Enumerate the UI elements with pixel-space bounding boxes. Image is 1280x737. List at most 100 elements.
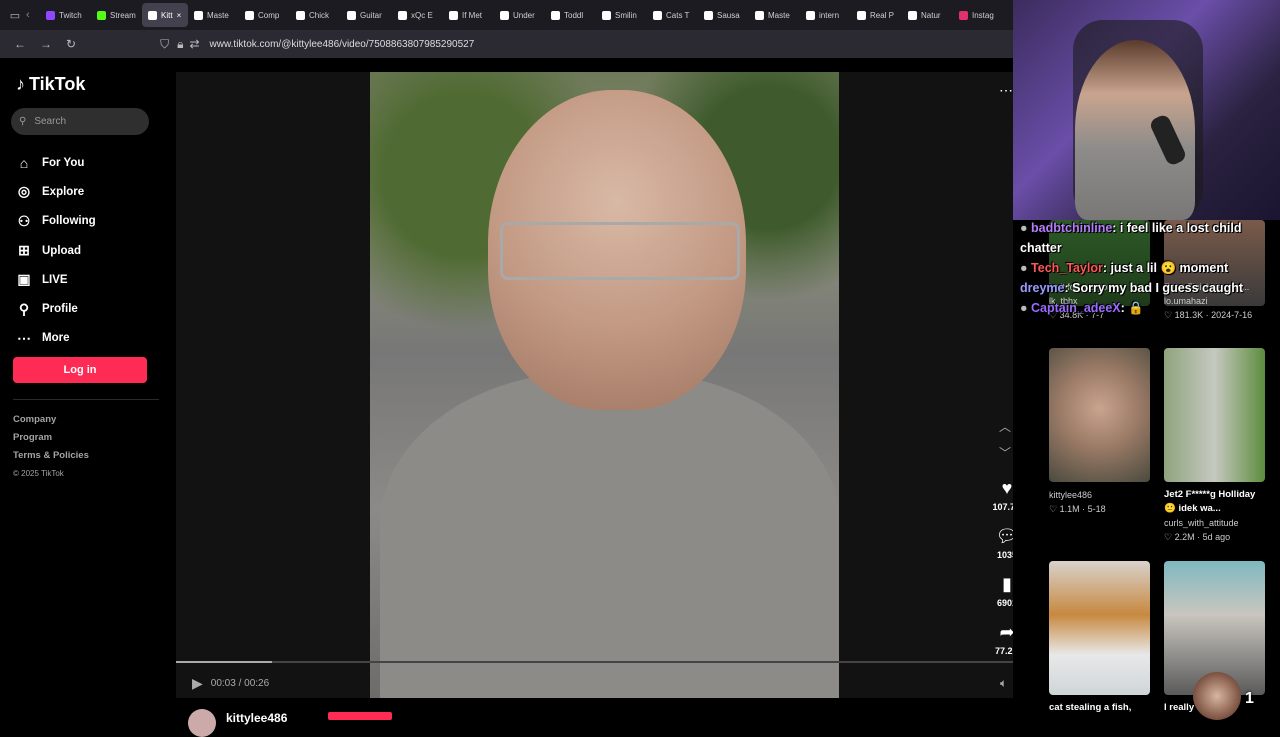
- video-thumbnail[interactable]: [1049, 348, 1150, 482]
- volume-icon[interactable]: 🔈︎: [1000, 676, 1007, 691]
- live-icon: ▣: [17, 271, 31, 288]
- browser-tab[interactable]: Kitt ×: [142, 3, 188, 27]
- play-icon[interactable]: ▶: [192, 675, 203, 692]
- browser-tab[interactable]: Sausa: [698, 3, 749, 27]
- tab-label: Maste: [768, 10, 790, 20]
- footer-program-link[interactable]: Program: [13, 429, 89, 447]
- url-text[interactable]: www.tiktok.com/@kittylee486/video/750886…: [210, 39, 475, 50]
- browser-tab[interactable]: Toddl: [545, 3, 596, 27]
- browser-tab[interactable]: Maste: [188, 3, 239, 27]
- sidebar-item-upload[interactable]: ⊞ Upload: [16, 236, 96, 265]
- chevron-down-icon[interactable]: ﹀: [999, 444, 1011, 461]
- sidebar-item-profile[interactable]: ⚲ Profile: [16, 294, 96, 323]
- related-video-card[interactable]: cat stealing a fish,: [1049, 561, 1150, 715]
- chat-username[interactable]: Captain_adeeX: [1031, 301, 1121, 315]
- sidebar-item-explore[interactable]: ◎ Explore: [16, 177, 96, 206]
- browser-tab[interactable]: Instag: [953, 3, 1004, 27]
- back-icon[interactable]: ←: [14, 37, 26, 51]
- video-author-bar: kittylee486: [176, 698, 1013, 737]
- tab-overview-icon[interactable]: ▭: [4, 9, 26, 22]
- video-controls: ▶ 00:03 / 00:26: [192, 675, 269, 692]
- related-video-card[interactable]: kittylee486 ♡ 1.1M · 5-18: [1049, 348, 1150, 516]
- reload-icon[interactable]: ↻: [66, 37, 76, 51]
- lock-icon[interactable]: 🔒︎: [177, 37, 183, 52]
- footer-company-link[interactable]: Company: [13, 411, 89, 429]
- browser-tab[interactable]: intern: [800, 3, 851, 27]
- tab-scroll-left-icon[interactable]: ‹: [26, 9, 40, 21]
- author-username[interactable]: kittylee486: [226, 711, 287, 725]
- tab-favicon-icon: [755, 10, 764, 20]
- profile-icon: ⚲: [18, 300, 30, 317]
- sidebar-item-live[interactable]: ▣ LIVE: [16, 265, 96, 294]
- tab-favicon-icon: [148, 10, 157, 20]
- video-thumbnail[interactable]: [1164, 348, 1265, 482]
- browser-tab[interactable]: Under: [494, 3, 545, 27]
- url-bar: ← → ↻ ⛉ 🔒︎ ⇄ www.tiktok.com/@kittylee486…: [0, 30, 1013, 58]
- permissions-icon[interactable]: ⇄: [189, 37, 199, 51]
- login-button[interactable]: Log in: [13, 357, 147, 383]
- browser-tab[interactable]: Chick: [290, 3, 341, 27]
- browser-tab[interactable]: Guitar: [341, 3, 392, 27]
- more-icon: ⋯: [17, 329, 31, 346]
- sidebar-divider: [13, 399, 159, 400]
- stream-chat-overlay: ● badbtchinline: i feel like a lost chil…: [1020, 218, 1280, 318]
- video-frame[interactable]: [370, 72, 839, 698]
- sidebar-item-label: More: [42, 332, 70, 345]
- sidebar-footer: Company Program Terms & Policies © 2025 …: [13, 411, 89, 483]
- sidebar-item-more[interactable]: ⋯ More: [16, 324, 96, 353]
- browser-tab[interactable]: Comp: [239, 3, 290, 27]
- search-icon: ⚲: [19, 116, 27, 127]
- tab-close-icon[interactable]: ×: [177, 11, 182, 20]
- browser-tab[interactable]: Real P: [851, 3, 902, 27]
- video-author[interactable]: kittylee486: [1049, 488, 1150, 502]
- tab-favicon-icon: [194, 10, 203, 20]
- sidebar-item-following[interactable]: ⚇ Following: [16, 207, 96, 236]
- tab-favicon-icon: [398, 10, 407, 20]
- video-likes: 1.1M: [1059, 504, 1080, 514]
- tiktok-sidebar: ♪ TikTok ⚲ Search ⌂ For You ◎ Explore ⚇ Follo…: [0, 58, 176, 720]
- related-video-card[interactable]: Jet2 F*****g Holliday🙂 idek wa... curls_…: [1164, 348, 1265, 544]
- browser-tab[interactable]: Maste: [749, 3, 800, 27]
- chat-username[interactable]: badbtchinline: [1031, 221, 1112, 235]
- tab-label: Stream: [110, 10, 136, 20]
- chat-username[interactable]: dreyme: [1020, 281, 1064, 295]
- video-stats: ♡ 1.1M · 5-18: [1049, 504, 1106, 514]
- forward-icon[interactable]: →: [40, 37, 52, 51]
- sidebar-item-label: For You: [42, 156, 85, 169]
- chat-badge-icon: ●: [1020, 221, 1032, 235]
- sidebar-item-for-you[interactable]: ⌂ For You: [16, 148, 96, 177]
- browser-tab[interactable]: If Met: [443, 3, 494, 27]
- search-input[interactable]: ⚲ Search: [11, 108, 149, 135]
- video-title: Jet2 F*****g Holliday🙂 idek wa...: [1164, 489, 1256, 514]
- video-thumbnail[interactable]: [1049, 561, 1150, 695]
- browser-tab[interactable]: Smilin: [596, 3, 647, 27]
- video-player[interactable]: ▶ 00:03 / 00:26 🔈︎: [176, 72, 1013, 698]
- tab-label: Natur: [921, 10, 941, 20]
- tab-favicon-icon: [296, 10, 305, 20]
- chat-username[interactable]: Tech_Taylor: [1031, 261, 1103, 275]
- video-title: cat stealing a fish,: [1049, 702, 1132, 713]
- browser-tab[interactable]: Natur: [902, 3, 953, 27]
- browser-tab[interactable]: Cats T: [647, 3, 698, 27]
- home-icon: ⌂: [19, 154, 29, 171]
- tab-label: Guitar: [360, 10, 382, 20]
- chevron-up-icon[interactable]: ︿: [999, 418, 1011, 435]
- video-author[interactable]: curls_with_attitude: [1164, 516, 1265, 530]
- video-progress-bar[interactable]: [176, 661, 1013, 663]
- author-avatar[interactable]: [188, 709, 216, 737]
- browser-tab[interactable]: Stream: [91, 3, 142, 27]
- tiktok-logo[interactable]: ♪ TikTok: [16, 74, 85, 95]
- webcam-overlay: [1013, 0, 1280, 220]
- follow-button[interactable]: [328, 712, 392, 720]
- browser-tab[interactable]: xQc E: [392, 3, 443, 27]
- browser-tab[interactable]: Twitch: [40, 3, 91, 27]
- shield-icon[interactable]: ⛉: [160, 37, 169, 52]
- chat-badge-icon: ●: [1020, 261, 1032, 275]
- chat-text: : just a lil 😮 moment: [1102, 261, 1229, 275]
- footer-terms-link[interactable]: Terms & Policies: [13, 447, 89, 465]
- sidebar-item-label: Explore: [42, 185, 85, 198]
- more-options-icon[interactable]: ⋯: [999, 82, 1013, 99]
- tab-favicon-icon: [959, 10, 968, 20]
- tab-favicon-icon: [806, 10, 815, 20]
- tab-favicon-icon: [500, 10, 509, 20]
